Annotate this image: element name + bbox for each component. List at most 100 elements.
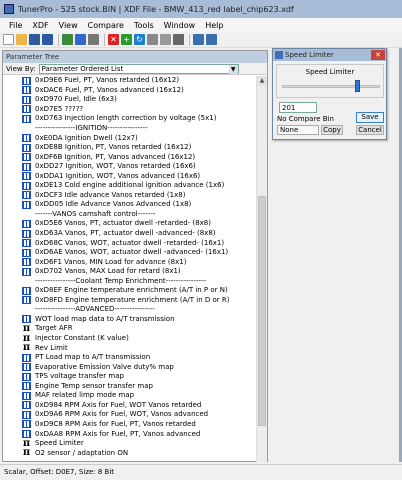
list-item[interactable]: 0xD9E6 Fuel, PT, Vanos retarded (16x12) [3,76,257,86]
list-item[interactable]: ----------------IGNITION---------------- [3,124,257,134]
table-icon [22,372,31,381]
scrollbar-thumb[interactable] [258,196,266,426]
list-item[interactable]: 0xDE8B Ignition, PT, Vanos retarded (16x… [3,143,257,153]
table-icon [22,153,31,162]
window-icon[interactable] [193,34,204,45]
list-item[interactable]: 0xD7E5 ????? [3,105,257,115]
menu-compare[interactable]: Compare [83,21,129,30]
vertical-scrollbar[interactable]: ▲ [256,76,267,462]
list-item[interactable]: π Rev Limit [3,343,257,353]
list-item[interactable]: π Target AFR [3,323,257,334]
menu-window[interactable]: Window [159,21,201,30]
slider-track[interactable] [282,85,380,88]
list-item-label: 0xDE13 Cold engine additional ignition a… [35,181,225,190]
link-icon[interactable] [147,34,158,45]
list-item[interactable]: 0xD6AE Vanos, WOT, actuator dwell -advan… [3,248,257,258]
list-item[interactable]: 0xD68C Vanos, WOT, actuator dwell -retar… [3,238,257,248]
open-icon[interactable] [16,34,27,45]
list-item[interactable]: TPS voltage transfer map [3,372,257,382]
list-item[interactable]: 0xDAA8 RPM Axis for Fuel, PT, Vanos adva… [3,429,257,439]
list-item-label: 0xDE8B Ignition, PT, Vanos retarded (16x… [35,143,192,152]
save-all-icon[interactable] [42,34,53,45]
list-item[interactable]: 0xD984 RPM Axis for Fuel, WOT Vanos reta… [3,401,257,411]
list-item[interactable]: ----------------ADVANCED---------------- [3,305,257,315]
table-icon [22,248,31,257]
new-icon[interactable] [3,34,14,45]
list-item[interactable]: 0xDD27 Ignition, WOT, Vanos retarded (16… [3,162,257,172]
list-item[interactable]: 0xD8FD Engine temperature enrichment (A/… [3,296,257,306]
list-item[interactable]: PT Load map to A/T transmission [3,353,257,363]
view-by-select[interactable]: Parameter Ordered List ▼ [38,63,239,74]
value-input[interactable]: 201 [279,102,317,113]
close-icon[interactable]: ✕ [371,50,385,60]
menu-file[interactable]: File [4,21,27,30]
list-item[interactable]: 0xDAC6 Fuel, PT, Vanos advanced (16x12) [3,86,257,96]
list-item-label: 0xD702 Vanos, MAX Load for retard (8x1) [35,267,181,276]
list-item[interactable]: MAF related limp mode map [3,391,257,401]
table-icon [22,191,31,200]
pi-icon: π [22,447,31,459]
save-button[interactable]: Save [356,112,384,123]
list-item[interactable]: 0xE0DA Ignition Dwell (12x7) [3,133,257,143]
list-item[interactable]: 0xD9A6 RPM Axis for Fuel, WOT, Vanos adv… [3,410,257,420]
toolbar: ✕ + ↻ [0,32,402,48]
list-item[interactable]: 0xD702 Vanos, MAX Load for retard (8x1) [3,267,257,277]
menu-help[interactable]: Help [200,21,228,30]
menu-xdf[interactable]: XDF [27,21,53,30]
save-icon[interactable] [29,34,40,45]
table-icon [22,114,31,123]
tile-icon[interactable] [206,34,217,45]
list-item[interactable]: ----------------Coolant Temp Enrichment-… [3,276,257,286]
list-item[interactable]: 0xD6F1 Vanos, MIN Load for advance (8x1) [3,257,257,267]
list-item[interactable]: Engine Temp sensor transfer map [3,382,257,392]
list-item-label: Injector Constant (K value) [35,334,129,343]
list-item-label: 0xE0DA Ignition Dwell (12x7) [35,133,138,142]
list-item[interactable]: 0xDF6B Ignition, PT, Vanos advanced (16x… [3,152,257,162]
table-icon [22,420,31,429]
list-item[interactable]: π Speed Limiter [3,438,257,449]
list-item[interactable]: π O2 sensor / adaptation ON [3,448,257,458]
list-item[interactable]: 0xD970 Fuel, Idle (6x3) [3,95,257,105]
list-item[interactable]: 0xDE13 Cold engine additional ignition a… [3,181,257,191]
cancel-button[interactable]: Cancel [356,125,384,135]
list-item[interactable]: π Injector Constant (K value) [3,333,257,344]
copy-icon[interactable] [160,34,171,45]
table-icon [22,410,31,419]
list-item[interactable]: 0xD63A Vanos, PT, actuator dwell -advanc… [3,229,257,239]
list-item[interactable]: WOT load map data to A/T transmission [3,315,257,325]
table-icon [22,239,31,248]
chart-icon[interactable] [62,34,73,45]
list-item[interactable]: 0xD5E6 Vanos, PT, actuator dwell -retard… [3,219,257,229]
list-item-label: 0xDCF3 Idle advance Vanos retarded (1x8) [35,190,186,199]
blank-icon [22,125,31,133]
close-icon[interactable]: ✕ [108,34,119,45]
settings-icon[interactable] [173,34,184,45]
add-icon[interactable]: + [121,34,132,45]
map-icon[interactable] [75,34,86,45]
list-item[interactable]: 0xDD05 Idle Advance Vanos Advanced (1x8) [3,200,257,210]
list-item[interactable]: 0xD9C8 RPM Axis for Fuel, PT, Vanos reta… [3,420,257,430]
table-icon [22,363,31,372]
status-bar: Scalar, Offset: D0E7, Size: 8 Bit [0,464,402,480]
compare-value-field: None [277,125,319,135]
list-item[interactable]: 0xD763 Injection length correction by vo… [3,114,257,124]
chevron-down-icon[interactable]: ▼ [228,64,238,74]
slider-thumb[interactable] [355,80,360,92]
list-item-label: 0xDD05 Idle Advance Vanos Advanced (1x8) [35,200,192,209]
list-item-label: 0xDDA1 Ignition, WOT, Vanos advanced (16… [35,171,201,180]
refresh-icon[interactable]: ↻ [134,34,145,45]
title-bar: TunerPro - 525 stock.BIN | XDF File - BM… [0,0,402,18]
grid-icon[interactable] [88,34,99,45]
list-item[interactable]: 0xD8EF Engine temperature enrichment (A/… [3,286,257,296]
list-item-label: 0xD763 Injection length correction by vo… [35,114,217,123]
menu-view[interactable]: View [54,21,83,30]
menu-tools[interactable]: Tools [129,21,159,30]
blank-icon [22,210,31,218]
scroll-up-icon[interactable]: ▲ [257,76,267,86]
list-item[interactable]: Evaporative Emission Valve duty% map [3,362,257,372]
copy-button[interactable]: Copy [321,125,343,135]
list-item[interactable]: -------VANOS camshaft control------- [3,210,257,220]
list-item[interactable]: 0xDCF3 Idle advance Vanos retarded (1x8) [3,191,257,201]
table-icon [22,162,31,171]
list-item[interactable]: 0xDDA1 Ignition, WOT, Vanos advanced (16… [3,171,257,181]
